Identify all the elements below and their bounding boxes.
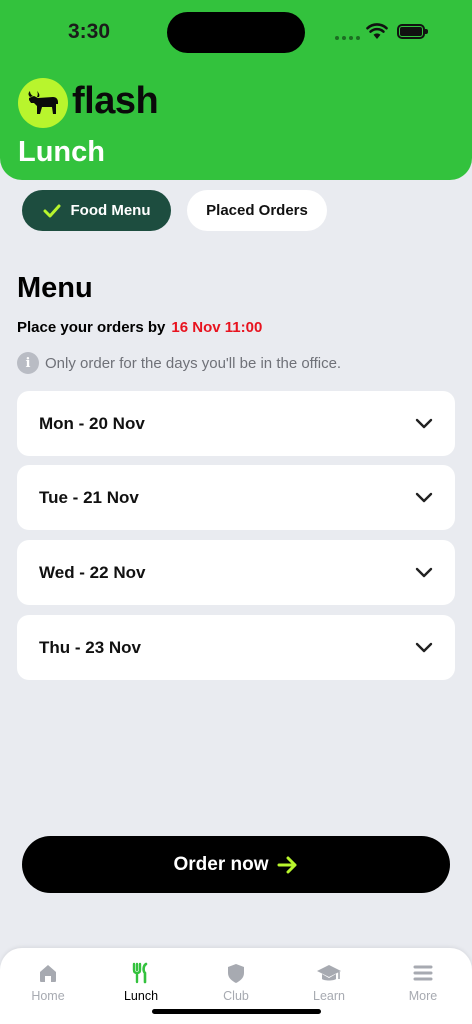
day-label: Wed - 22 Nov <box>39 562 146 582</box>
day-label: Tue - 21 Nov <box>39 487 139 507</box>
day-label: Thu - 23 Nov <box>39 637 142 657</box>
battery-icon <box>397 24 428 39</box>
brand-logo-text: flash <box>72 80 159 122</box>
page-title: Lunch <box>18 136 105 168</box>
menu-heading: Menu <box>17 272 93 304</box>
nav-label-home: Home <box>31 989 65 1003</box>
day-accordion-wed[interactable]: Wed - 22 Nov <box>17 540 455 605</box>
nav-item-lunch[interactable]: Lunch <box>101 962 181 1003</box>
order-deadline: Place your orders by 16 Nov 11:00 <box>17 319 262 336</box>
nav-item-home[interactable]: Home <box>8 962 88 1003</box>
cellular-signal-icon <box>335 36 360 40</box>
fork-knife-icon <box>132 962 148 984</box>
home-indicator[interactable] <box>152 1009 321 1014</box>
info-icon: i <box>17 352 39 374</box>
wifi-icon <box>366 23 388 39</box>
home-icon <box>40 965 56 982</box>
nav-label-club: Club <box>223 989 249 1003</box>
graduation-cap-icon <box>317 965 341 981</box>
nav-item-learn[interactable]: Learn <box>289 962 369 1003</box>
nav-label-more: More <box>408 989 438 1003</box>
tab-food-menu[interactable]: Food Menu <box>22 190 171 231</box>
checkmark-icon <box>43 204 60 217</box>
nav-item-more[interactable]: More <box>383 962 463 1003</box>
dynamic-island <box>167 12 305 53</box>
day-accordion-tue[interactable]: Tue - 21 Nov <box>17 465 455 530</box>
app-header: 3:30 flash Lunch <box>0 0 472 180</box>
day-accordion-thu[interactable]: Thu - 23 Nov <box>17 615 455 680</box>
day-accordion-mon[interactable]: Mon - 20 Nov <box>17 391 455 456</box>
bull-logo-icon <box>18 78 68 128</box>
notice-text: Only order for the days you'll be in the… <box>45 354 342 372</box>
day-label: Mon - 20 Nov <box>39 413 145 433</box>
tab-placed-orders[interactable]: Placed Orders <box>187 190 327 231</box>
chevron-down-icon <box>415 642 433 652</box>
office-notice: i Only order for the days you'll be in t… <box>17 352 341 374</box>
shield-icon <box>228 964 244 983</box>
tab-food-menu-label: Food Menu <box>70 202 151 219</box>
arrow-right-icon <box>277 856 296 873</box>
deadline-prefix: Place your orders by <box>17 319 166 336</box>
chevron-down-icon <box>415 418 433 428</box>
order-now-button[interactable]: Order now <box>22 836 450 893</box>
order-now-label: Order now <box>173 853 269 875</box>
status-bar-time: 3:30 <box>68 20 111 43</box>
deadline-date: 16 Nov 11:00 <box>171 319 263 336</box>
tab-placed-orders-label: Placed Orders <box>206 202 308 219</box>
menu-icon <box>413 965 433 981</box>
nav-label-lunch: Lunch <box>123 989 159 1003</box>
chevron-down-icon <box>415 567 433 577</box>
nav-item-club[interactable]: Club <box>196 962 276 1003</box>
nav-label-learn: Learn <box>313 989 345 1003</box>
chevron-down-icon <box>415 492 433 502</box>
